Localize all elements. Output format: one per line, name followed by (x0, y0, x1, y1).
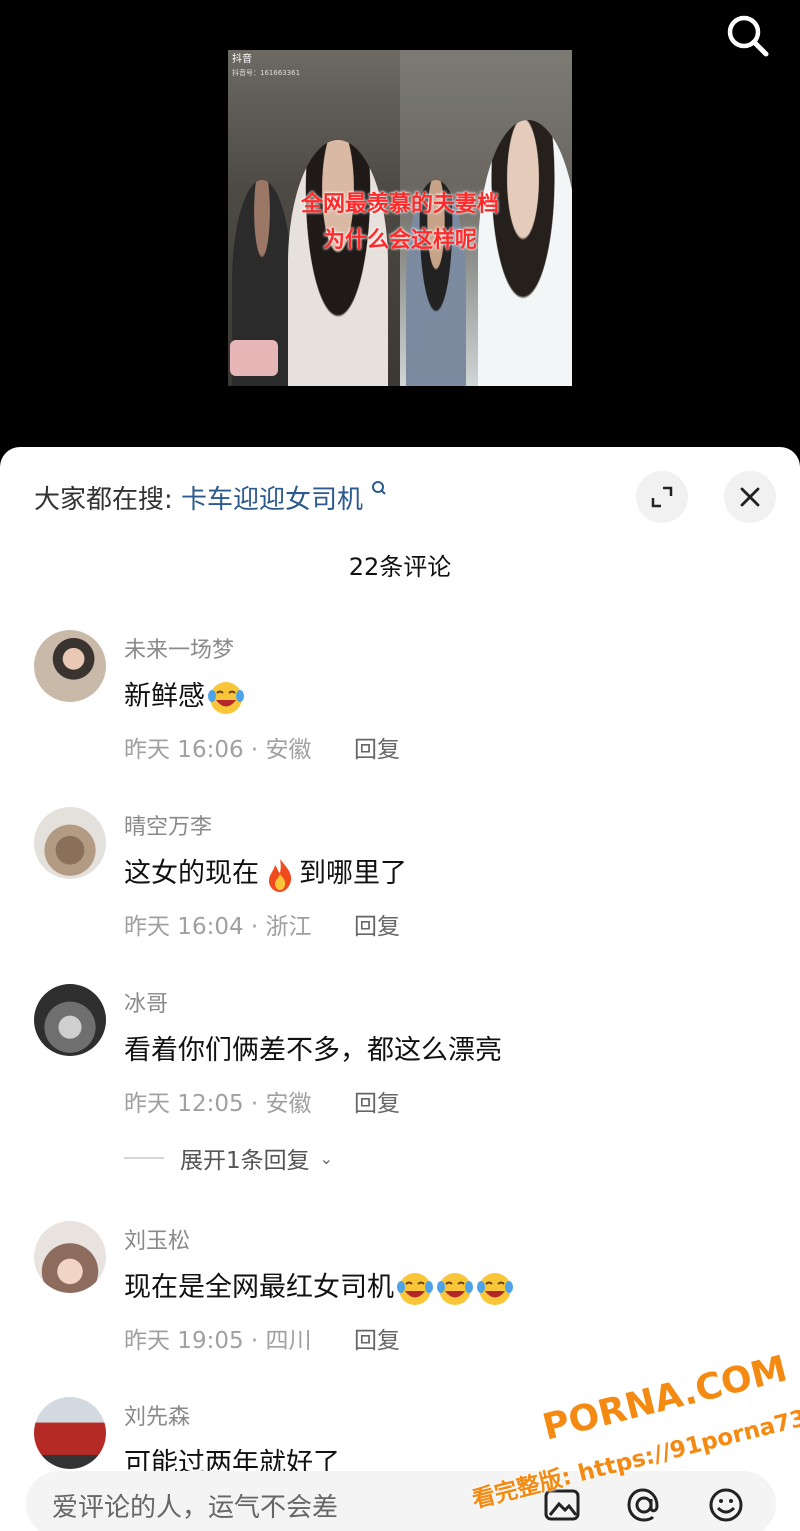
reply-button[interactable]: 回复 (354, 1321, 400, 1355)
platform-mark: 抖音 (232, 54, 252, 65)
video-caption-line1: 全网最羡慕的夫妻档 (300, 192, 499, 217)
avatar[interactable] (34, 630, 106, 702)
close-button[interactable] (724, 471, 776, 523)
fire-emoji-icon (269, 858, 292, 892)
comment-text-body: 新鲜感 (124, 681, 205, 712)
emoji-icon (709, 1488, 743, 1522)
comment-sheet: 大家都在搜: 卡车迎迎女司机 22条评论 未来一场梦 新鲜感 昨天 16:06 … (0, 447, 800, 1531)
video-caption-line2: 为什么会这样呢 (322, 228, 477, 253)
laughing-crying-emoji-icon (397, 1272, 433, 1305)
emoji-button[interactable] (706, 1485, 746, 1525)
search-icon (727, 15, 769, 57)
chevron-down-icon: ⌄ (319, 1148, 334, 1168)
search-button[interactable] (724, 12, 772, 60)
reply-button[interactable]: 回复 (354, 907, 400, 941)
laughing-crying-emoji-icon (477, 1272, 513, 1305)
comment-count: 22条评论 (348, 553, 452, 581)
expand-replies-button[interactable]: 展开1条回复 ⌄ (124, 1141, 333, 1175)
comment-username[interactable]: 晴空万李 (124, 809, 212, 841)
comment-username[interactable]: 冰哥 (124, 986, 168, 1018)
reply-button[interactable]: 回复 (354, 730, 400, 764)
reply-button[interactable]: 回复 (354, 1084, 400, 1118)
at-icon (627, 1488, 659, 1522)
expand-button[interactable] (636, 471, 688, 523)
comment-username[interactable]: 刘玉松 (124, 1223, 190, 1255)
comment-text-after: 到哪里了 (299, 858, 407, 889)
woman-left-figure (288, 140, 388, 386)
comment-text: 新鲜感 (124, 674, 245, 717)
comment-item[interactable]: 刘玉松 现在是全网最红女司机 昨天 19:05 · 四川 回复 (0, 1221, 800, 1381)
video-left-panel: 抖音 抖音号：161663361 (228, 50, 400, 386)
video-right-panel (400, 50, 572, 386)
comment-meta: 昨天 19:05 · 四川 (124, 1328, 312, 1354)
comment-item[interactable]: 冰哥 看着你们俩差不多，都这么漂亮 昨天 12:05 · 安徽 回复 (0, 984, 800, 1144)
video-area[interactable]: 抖音 抖音号：161663361 全网最羡慕的夫妻档 为什么会这样呢 (0, 0, 800, 450)
comment-meta: 昨天 12:05 · 安徽 (124, 1091, 312, 1117)
comment-input-bar[interactable]: 爱评论的人，运气不会差 (26, 1471, 776, 1531)
laughing-crying-emoji-icon (208, 681, 244, 714)
expand-replies-label: 展开1条回复 (180, 1148, 310, 1174)
platform-id: 抖音号：161663361 (232, 69, 301, 77)
comment-text: 这女的现在 到哪里了 (124, 851, 407, 894)
video-thumbnail[interactable]: 抖音 抖音号：161663361 全网最羡慕的夫妻档 为什么会这样呢 (228, 50, 572, 386)
comment-meta: 昨天 16:04 · 浙江 (124, 914, 312, 940)
avatar[interactable] (34, 807, 106, 879)
avatar[interactable] (34, 1397, 106, 1469)
comment-text: 看着你们俩差不多，都这么漂亮 (124, 1035, 502, 1066)
close-icon (740, 487, 760, 507)
comment-meta: 昨天 16:06 · 安徽 (124, 737, 312, 763)
comment-text: 现在是全网最红女司机 (124, 1265, 514, 1308)
avatar[interactable] (34, 1221, 106, 1293)
avatar[interactable] (34, 984, 106, 1056)
comment-item[interactable]: 未来一场梦 新鲜感 昨天 16:06 · 安徽 回复 (0, 630, 800, 790)
expand-icon (651, 486, 673, 508)
comment-username[interactable]: 刘先森 (124, 1399, 190, 1431)
comment-item[interactable]: 晴空万李 这女的现在 到哪里了 昨天 16:04 · 浙江 回复 (0, 807, 800, 967)
trending-search[interactable]: 大家都在搜: 卡车迎迎女司机 (34, 479, 387, 516)
laughing-crying-emoji-icon (437, 1272, 473, 1305)
comment-text-body: 现在是全网最红女司机 (124, 1272, 394, 1303)
comment-text-before: 这女的现在 (124, 858, 259, 889)
search-small-icon (371, 479, 387, 503)
comment-username[interactable]: 未来一场梦 (124, 632, 234, 664)
trending-search-prefix: 大家都在搜: (34, 485, 173, 515)
mention-button[interactable] (624, 1485, 664, 1525)
bowl-figure (230, 340, 278, 376)
trending-search-keyword[interactable]: 卡车迎迎女司机 (181, 485, 363, 515)
comment-input[interactable]: 爱评论的人，运气不会差 (52, 1487, 338, 1524)
divider (124, 1157, 164, 1159)
